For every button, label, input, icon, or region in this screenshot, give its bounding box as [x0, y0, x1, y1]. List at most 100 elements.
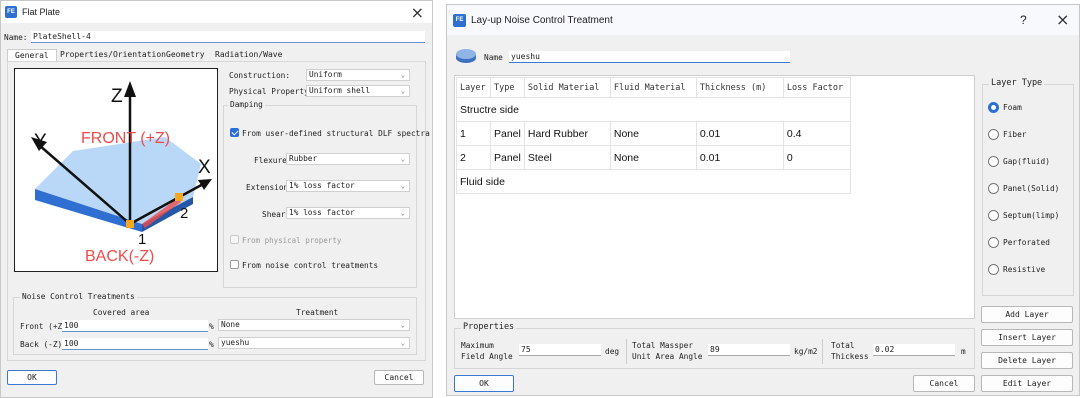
- thickness-cell: 0.01: [695, 145, 784, 170]
- shear-label: Shear: [262, 210, 286, 219]
- total-massper-field[interactable]: 89: [708, 344, 790, 356]
- ok-button[interactable]: OK: [7, 370, 57, 385]
- ok-button[interactable]: OK: [454, 375, 514, 392]
- title-bar: FE Lay-up Noise Control Treatment ? ×: [447, 5, 1079, 35]
- extension-select[interactable]: 1% loss factor ⌄: [286, 180, 410, 192]
- radio-label-perforated[interactable]: Perforated: [1003, 238, 1050, 247]
- delete-layer-button[interactable]: Delete Layer: [981, 352, 1073, 369]
- radio-label-fiber[interactable]: Fiber: [1003, 130, 1026, 139]
- radio-fiber[interactable]: [988, 129, 999, 140]
- total-massper-label-1: Total Massper: [632, 341, 694, 350]
- radio-septum-limp[interactable]: [988, 210, 999, 221]
- shear-value: 1% loss factor: [289, 208, 355, 217]
- cancel-button[interactable]: Cancel: [374, 370, 424, 385]
- covered-area-header: Covered area: [93, 308, 150, 317]
- app-logo-icon: FE: [5, 6, 17, 18]
- radio-resistive[interactable]: [988, 264, 999, 275]
- shear-select[interactable]: 1% loss factor ⌄: [286, 207, 410, 219]
- back-treatment-select[interactable]: yueshu ⌄: [218, 337, 410, 349]
- window-title: Flat Plate: [22, 7, 61, 17]
- chevron-down-icon: ⌄: [400, 339, 405, 347]
- layers-table-panel: Layer Type Solid Material Fluid Material…: [454, 75, 975, 319]
- solid-material-cell: Steel: [523, 145, 611, 170]
- back-treatment-value: yueshu: [221, 338, 250, 347]
- y-axis-label: Y: [34, 131, 47, 152]
- radio-label-resistive[interactable]: Resistive: [1003, 265, 1045, 274]
- radio-gap-fluid[interactable]: [988, 156, 999, 167]
- close-icon[interactable]: ×: [1056, 10, 1069, 29]
- name-field[interactable]: yueshu: [509, 51, 790, 63]
- name-field[interactable]: PlateShell-4: [31, 31, 425, 43]
- noise-control-group-title: Noise Control Treatments: [20, 292, 137, 301]
- front-treatment-select[interactable]: None ⌄: [218, 319, 410, 331]
- table-row-structure-side[interactable]: Structre side: [456, 97, 851, 122]
- front-label: Front (+Z): [20, 322, 67, 331]
- thickness-cell: 0.01: [695, 121, 784, 146]
- solid-material-cell: Hard Rubber: [523, 121, 611, 146]
- physical-property-select[interactable]: Uniform shell ⌄: [306, 85, 410, 97]
- max-field-angle-label-2: Field Angle: [461, 352, 513, 361]
- treatment-header: Treatment: [296, 308, 339, 317]
- column-header: Fluid Material: [609, 77, 697, 98]
- flexure-select[interactable]: Rubber ⌄: [286, 153, 410, 165]
- from-noise-label[interactable]: From noise control treatments: [242, 261, 378, 270]
- total-thickness-field[interactable]: 0.02: [873, 344, 955, 356]
- layup-dialog: FE Lay-up Noise Control Treatment ? × Na…: [446, 4, 1080, 396]
- dlf-checkbox-label[interactable]: From user-defined structural DLF spectra: [242, 129, 430, 138]
- z-axis-arrow: [124, 81, 136, 97]
- loss-factor-cell: 0.4: [782, 121, 851, 146]
- front-area-field[interactable]: 100: [62, 320, 208, 332]
- table-row[interactable]: 1 Panel Hard Rubber None 0.01 0.4: [456, 121, 851, 146]
- radio-perforated[interactable]: [988, 237, 999, 248]
- edit-layer-button[interactable]: Edit Layer: [981, 375, 1073, 392]
- cancel-button[interactable]: Cancel: [913, 375, 975, 392]
- insert-layer-button[interactable]: Insert Layer: [981, 329, 1073, 346]
- back-area-field[interactable]: 100: [62, 338, 208, 350]
- help-icon[interactable]: ?: [1020, 13, 1027, 27]
- type-cell: Panel: [490, 121, 525, 146]
- total-thickness-label-1: Total: [831, 341, 855, 350]
- chevron-down-icon: ⌄: [400, 321, 405, 329]
- radio-label-septum-limp[interactable]: Septum(limp): [1003, 211, 1059, 220]
- radio-label-foam[interactable]: Foam: [1003, 103, 1022, 112]
- from-physical-checkbox[interactable]: [230, 235, 239, 244]
- radio-panel-solid[interactable]: [988, 183, 999, 194]
- from-physical-label: From physical property: [242, 236, 342, 245]
- radio-foam[interactable]: [988, 102, 999, 113]
- max-field-angle-field[interactable]: 75: [519, 344, 601, 356]
- node-2-label: 2: [180, 205, 188, 222]
- extension-value: 1% loss factor: [289, 181, 355, 190]
- structure-side-label: Structre side: [456, 97, 851, 122]
- table-row[interactable]: 2 Panel Steel None 0.01 0: [456, 145, 851, 170]
- window-title: Lay-up Noise Control Treatment: [471, 14, 613, 26]
- column-header: Type: [490, 77, 525, 98]
- app-logo-icon: FE: [453, 13, 466, 27]
- from-noise-checkbox[interactable]: [230, 260, 239, 269]
- chevron-down-icon: ⌄: [400, 182, 405, 190]
- construction-label: Construction:: [229, 71, 291, 80]
- type-cell: Panel: [490, 145, 525, 170]
- close-icon[interactable]: ×: [411, 3, 424, 22]
- plate-diagram: Z Y X FRONT (+Z) BACK(-Z) 1 2: [14, 68, 218, 272]
- fluid-material-cell: None: [609, 121, 697, 146]
- column-header: Thickness (m): [695, 77, 784, 98]
- flexure-value: Rubber: [289, 154, 318, 163]
- column-header: Layer: [456, 77, 491, 98]
- layers-icon: [456, 49, 476, 63]
- table-row-fluid-side[interactable]: Fluid side: [456, 169, 851, 194]
- z-axis-label: Z: [111, 86, 123, 107]
- fluid-material-cell: None: [609, 145, 697, 170]
- chevron-down-icon: ⌄: [400, 87, 405, 95]
- radio-label-gap-fluid[interactable]: Gap(fluid): [1003, 157, 1050, 166]
- name-label: Name: [484, 53, 503, 62]
- node-2-marker: [175, 193, 183, 201]
- construction-select[interactable]: Uniform ⌄: [306, 69, 410, 81]
- radio-label-panel-solid[interactable]: Panel(Solid): [1003, 184, 1059, 193]
- add-layer-button[interactable]: Add Layer: [981, 306, 1073, 323]
- deg-unit: deg: [605, 347, 620, 356]
- column-header: Loss Factor: [782, 77, 851, 98]
- dlf-checkbox[interactable]: [230, 128, 239, 137]
- layers-table: Layer Type Solid Material Fluid Material…: [456, 77, 851, 194]
- fluid-side-label: Fluid side: [456, 169, 851, 194]
- node-1-label: 1: [138, 231, 146, 248]
